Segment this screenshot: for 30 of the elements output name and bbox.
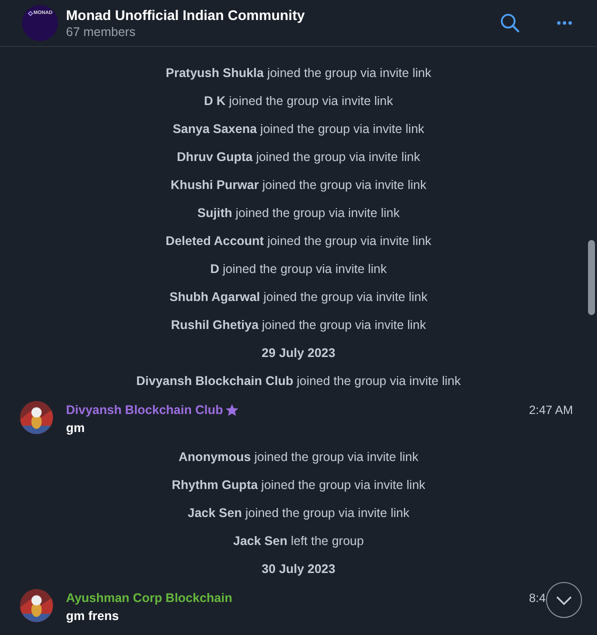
service-message: Deleted Account joined the group via invite link [166, 234, 432, 248]
service-message: Jack Sen left the group [233, 534, 364, 548]
member-count: 67 members [66, 24, 136, 40]
more-icon[interactable] [556, 20, 573, 26]
service-message: Sanya Saxena joined the group via invite link [172, 122, 424, 136]
scrollbar-thumb[interactable] [588, 240, 595, 315]
date-label: 29 July 2023 [262, 346, 336, 360]
service-message: D K joined the group via invite link [204, 94, 393, 108]
message-time: 2:47 AM [529, 403, 574, 417]
author-name[interactable]: Divyansh Blockchain Club [66, 403, 223, 417]
service-message: Divyansh Blockchain Club joined the group via invite link [136, 374, 461, 388]
author-name[interactable]: Ayushman Corp Blockchain [66, 591, 232, 605]
date-label: 30 July 2023 [262, 562, 336, 576]
service-message: D joined the group via invite link [210, 262, 387, 276]
service-message: Shubh Agarwal joined the group via invite link [170, 290, 428, 304]
search-icon[interactable] [499, 12, 521, 34]
service-message: Pratyush Shukla joined the group via invite link [166, 66, 432, 80]
service-message: Jack Sen joined the group via invite link [188, 506, 410, 520]
service-message: Khushi Purwar joined the group via invite link [170, 178, 426, 192]
message-time: 8:4 [529, 591, 546, 605]
chat-title: Monad Unofficial Indian Community [66, 6, 306, 24]
service-message: Dhruv Gupta joined the group via invite link [176, 150, 420, 164]
service-message: Rhythm Gupta joined the group via invite link [172, 478, 426, 492]
logo-icon [28, 11, 33, 16]
scroll-down-button[interactable] [546, 582, 582, 618]
message-text: gm frens [66, 608, 120, 625]
message-text: gm [66, 420, 86, 437]
service-message: Anonymous joined the group via invite link [178, 450, 418, 464]
service-message: Sujith joined the group via invite link [197, 206, 400, 220]
service-message: Rushil Ghetiya joined the group via invite link [171, 318, 426, 332]
